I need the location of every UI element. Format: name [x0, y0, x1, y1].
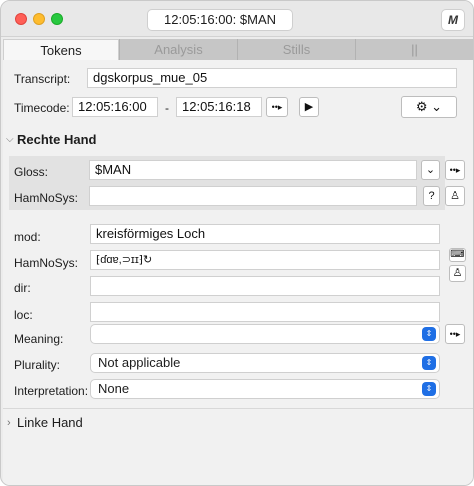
tab-analysis[interactable]: Analysis	[119, 39, 237, 60]
figure-icon-2[interactable]: ♙	[449, 265, 466, 282]
plurality-stepper-icon: ⇕	[422, 356, 436, 370]
hamnosys-field[interactable]	[89, 186, 417, 206]
window-title: 12:05:16:00: $MAN	[147, 9, 293, 31]
section-divider	[3, 408, 473, 409]
jump-to-time-button[interactable]: ••▸	[266, 97, 288, 117]
gloss-dropdown-button[interactable]: ⌄	[421, 160, 440, 180]
figure-icon[interactable]: ♙	[445, 186, 465, 206]
timecode-end-field[interactable]: 12:05:16:18	[176, 97, 262, 117]
meaning-stepper-icon: ⇕	[422, 327, 436, 341]
plurality-label: Plurality:	[14, 358, 61, 372]
app-window: 12:05:16:00: $MAN M Tokens Analysis Stil…	[0, 0, 474, 486]
interpretation-value: None	[98, 381, 130, 396]
dir-label: dir:	[14, 281, 31, 295]
tokens-panel: Transcript: dgskorpus_mue_05 Timecode: 1…	[3, 60, 473, 485]
plurality-popup[interactable]: Not applicable ⇕	[90, 353, 440, 373]
tab-stills[interactable]: Stills	[237, 39, 355, 60]
tab-bar: Tokens Analysis Stills ||	[3, 39, 473, 60]
loc-field[interactable]	[90, 302, 440, 322]
interpretation-stepper-icon: ⇕	[422, 382, 436, 396]
linke-hand-header[interactable]: Linke Hand	[17, 415, 83, 430]
tab-tokens[interactable]: Tokens	[3, 39, 119, 60]
plurality-value: Not applicable	[98, 355, 181, 370]
tab-more[interactable]: ||	[355, 39, 473, 60]
meaning-jump-button[interactable]: ••▸	[445, 324, 465, 344]
mod-label: mod:	[14, 230, 41, 244]
transcript-field[interactable]: dgskorpus_mue_05	[87, 68, 457, 88]
meaning-label: Meaning:	[14, 332, 64, 346]
timecode-separator: -	[165, 101, 169, 115]
transcript-label: Transcript:	[14, 72, 71, 86]
timecode-start-field[interactable]: 12:05:16:00	[72, 97, 158, 117]
hamnosys2-field[interactable]: ⁅ɗɑɐ,⊃ɪɪ⁆↻	[90, 250, 440, 270]
minimize-window-button[interactable]	[33, 13, 45, 25]
interpretation-label: Interpretation:	[14, 384, 89, 398]
gloss-panel: Gloss: $MAN ⌄ HamNoSys: ?	[9, 156, 445, 210]
close-window-button[interactable]	[15, 13, 27, 25]
gear-menu-button[interactable]: ⚙ ⌄	[401, 96, 457, 118]
keyboard-icon[interactable]: ⌨	[449, 248, 466, 262]
hamnosys-label: HamNoSys:	[14, 191, 79, 205]
hamnosys2-label: HamNoSys:	[14, 256, 79, 270]
hamnosys-help-button[interactable]: ?	[423, 186, 440, 206]
zoom-window-button[interactable]	[51, 13, 63, 25]
dir-field[interactable]	[90, 276, 440, 296]
gloss-field[interactable]: $MAN	[89, 160, 417, 180]
play-button[interactable]: ▶	[299, 97, 319, 117]
chevron-down-icon[interactable]: ⌵	[6, 134, 14, 145]
meaning-popup[interactable]: ⇕	[90, 324, 440, 344]
mod-field[interactable]: kreisförmiges Loch	[90, 224, 440, 244]
gloss-label: Gloss:	[14, 165, 49, 179]
interpretation-popup[interactable]: None ⇕	[90, 379, 440, 399]
gloss-jump-button[interactable]: ••▸	[445, 160, 465, 180]
chevron-right-icon[interactable]: ›	[7, 417, 11, 429]
timecode-label: Timecode:	[14, 101, 70, 115]
rechte-hand-header[interactable]: Rechte Hand	[17, 132, 96, 147]
loc-label: loc:	[14, 308, 33, 322]
title-bar: 12:05:16:00: $MAN M	[1, 1, 473, 37]
mode-button[interactable]: M	[441, 9, 465, 31]
